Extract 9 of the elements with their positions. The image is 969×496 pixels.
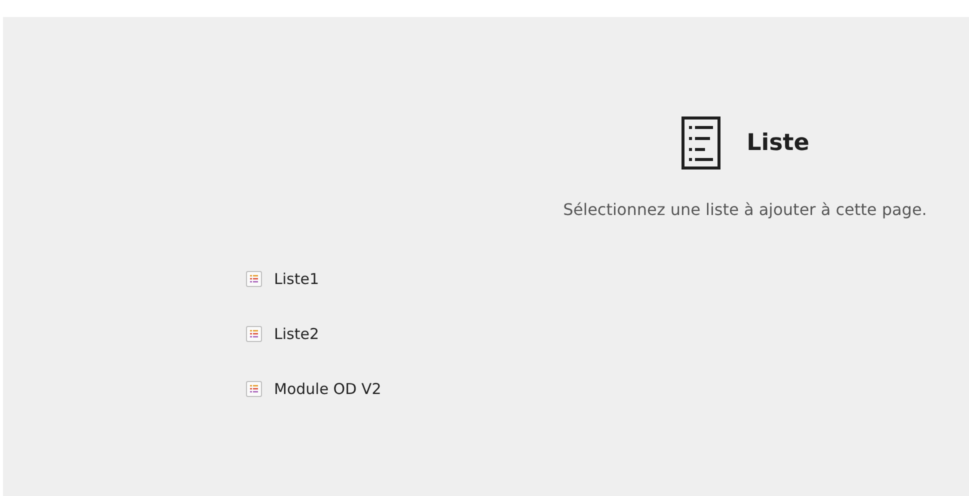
description: Sélectionnez une liste à ajouter à cette page.: [563, 200, 927, 219]
list-icon: [246, 326, 262, 342]
list-icon: [246, 381, 262, 397]
list-item[interactable]: Module OD V2: [246, 379, 382, 399]
list-icon: [246, 271, 262, 287]
list-item[interactable]: Liste2: [246, 324, 319, 344]
list-document-icon: [680, 116, 721, 170]
list-item[interactable]: Liste1: [246, 269, 319, 289]
title: Liste: [746, 130, 810, 156]
